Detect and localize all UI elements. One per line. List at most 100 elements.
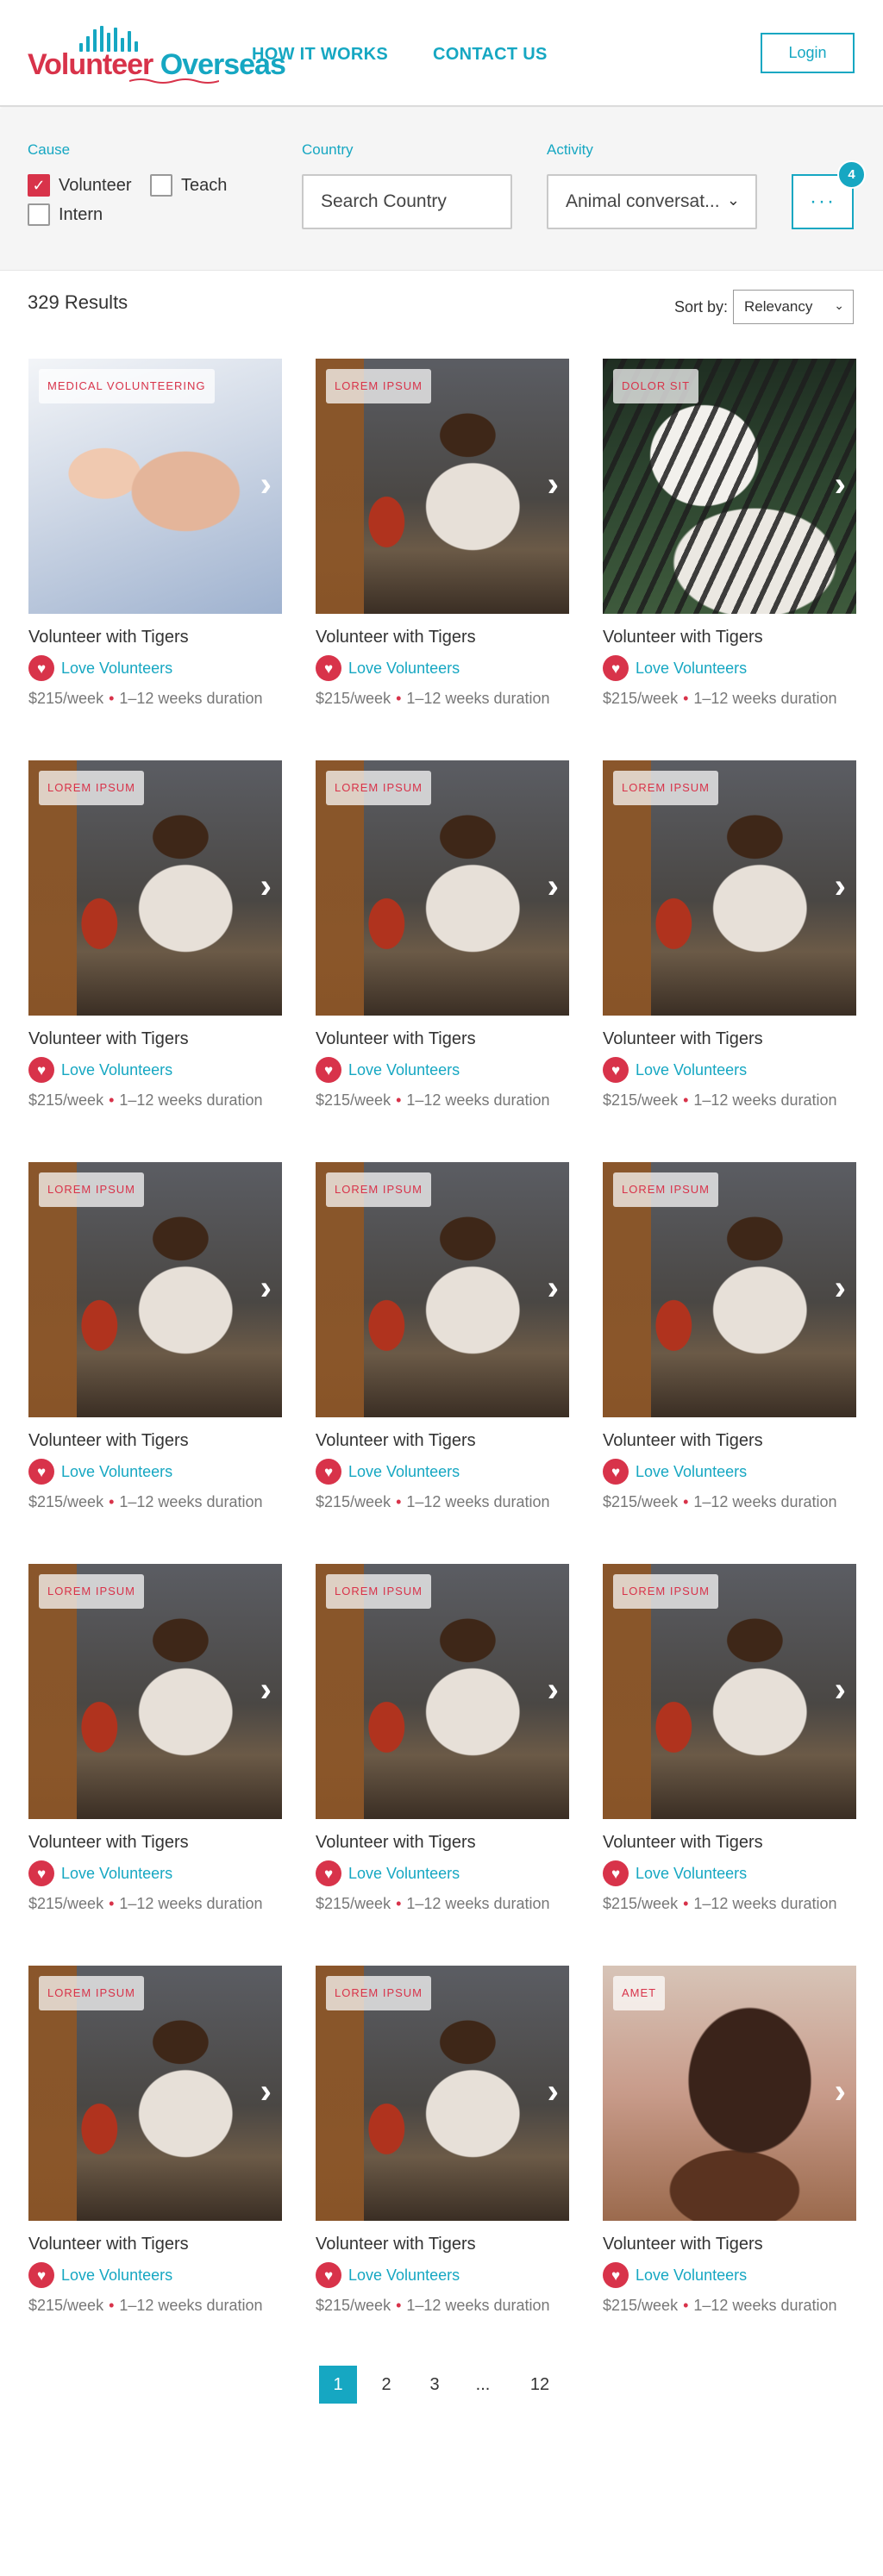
chevron-right-icon[interactable]: › xyxy=(835,869,846,903)
card-organization[interactable]: ♥ Love Volunteers xyxy=(316,2262,460,2288)
card-category-tag: LOREM IPSUM xyxy=(326,369,432,403)
card-organization[interactable]: ♥ Love Volunteers xyxy=(316,1057,460,1083)
card-organization[interactable]: ♥ Love Volunteers xyxy=(316,1860,460,1886)
page-button-3[interactable]: 3 xyxy=(416,2366,454,2404)
card-title[interactable]: Volunteer with Tigers xyxy=(28,628,189,647)
nav-contact-us[interactable]: CONTACT US xyxy=(433,45,548,65)
card-image[interactable]: DOLOR SIT › xyxy=(603,359,856,614)
result-card[interactable]: DOLOR SIT › Volunteer with Tigers ♥ Love Vol… xyxy=(603,359,856,721)
checkbox-volunteer[interactable]: ✓ Volunteer xyxy=(28,174,132,197)
checkbox-teach[interactable]: Teach xyxy=(150,174,227,197)
chevron-right-icon[interactable]: › xyxy=(260,1271,272,1305)
page-button-12[interactable]: 12 xyxy=(521,2366,559,2404)
logo[interactable]: Volunteer Overseas xyxy=(28,26,286,84)
chevron-right-icon[interactable]: › xyxy=(835,2074,846,2109)
chevron-right-icon[interactable]: › xyxy=(835,1271,846,1305)
card-image[interactable]: LOREM IPSUM › xyxy=(316,1162,569,1417)
card-title[interactable]: Volunteer with Tigers xyxy=(28,1833,189,1853)
card-image[interactable]: LOREM IPSUM › xyxy=(28,1564,282,1819)
chevron-right-icon[interactable]: › xyxy=(548,467,559,502)
chevron-right-icon[interactable]: › xyxy=(260,467,272,502)
more-filters-count-badge: 4 xyxy=(837,160,866,189)
search-country-input[interactable]: Search Country xyxy=(302,174,512,229)
card-organization[interactable]: ♥ Love Volunteers xyxy=(316,655,460,681)
card-image[interactable]: AMET › xyxy=(603,1966,856,2221)
chevron-right-icon[interactable]: › xyxy=(548,1271,559,1305)
result-card[interactable]: LOREM IPSUM › Volunteer with Tigers ♥ Love V… xyxy=(603,1564,856,1926)
card-organization[interactable]: ♥ Love Volunteers xyxy=(603,1860,747,1886)
card-organization[interactable]: ♥ Love Volunteers xyxy=(28,2262,172,2288)
result-card[interactable]: LOREM IPSUM › Volunteer with Tigers ♥ Love V… xyxy=(316,359,569,721)
card-meta: $215/week • 1–12 weeks duration xyxy=(316,1895,550,1913)
chevron-right-icon[interactable]: › xyxy=(548,1673,559,1707)
chevron-right-icon[interactable]: › xyxy=(260,1673,272,1707)
card-title[interactable]: Volunteer with Tigers xyxy=(603,2235,763,2254)
card-price: $215/week xyxy=(28,1895,104,1912)
card-organization[interactable]: ♥ Love Volunteers xyxy=(603,655,747,681)
card-title[interactable]: Volunteer with Tigers xyxy=(603,1029,763,1049)
result-card[interactable]: LOREM IPSUM › Volunteer with Tigers ♥ Love V… xyxy=(28,1564,282,1926)
card-image[interactable]: MEDICAL VOLUNTEERING › xyxy=(28,359,282,614)
card-image[interactable]: LOREM IPSUM › xyxy=(316,359,569,614)
result-card[interactable]: LOREM IPSUM › Volunteer with Tigers ♥ Love V… xyxy=(603,760,856,1122)
result-card[interactable]: AMET › Volunteer with Tigers ♥ Love Voluntee… xyxy=(603,1966,856,2328)
card-title[interactable]: Volunteer with Tigers xyxy=(316,1833,476,1853)
card-organization[interactable]: ♥ Love Volunteers xyxy=(28,655,172,681)
card-title[interactable]: Volunteer with Tigers xyxy=(316,1431,476,1451)
card-image[interactable]: LOREM IPSUM › xyxy=(28,1162,282,1417)
card-title[interactable]: Volunteer with Tigers xyxy=(28,2235,189,2254)
card-title[interactable]: Volunteer with Tigers xyxy=(316,2235,476,2254)
card-organization[interactable]: ♥ Love Volunteers xyxy=(603,1057,747,1083)
sort-select[interactable]: Relevancy ⌄ xyxy=(733,290,854,324)
card-image[interactable]: LOREM IPSUM › xyxy=(603,1162,856,1417)
card-image[interactable]: LOREM IPSUM › xyxy=(316,1966,569,2221)
card-image[interactable]: LOREM IPSUM › xyxy=(316,1564,569,1819)
result-card[interactable]: MEDICAL VOLUNTEERING › Volunteer with Tige… xyxy=(28,359,282,721)
card-title[interactable]: Volunteer with Tigers xyxy=(28,1029,189,1049)
card-duration: 1–12 weeks duration xyxy=(406,2297,550,2314)
login-button[interactable]: Login xyxy=(761,33,855,73)
card-image[interactable]: LOREM IPSUM › xyxy=(28,1966,282,2221)
card-image[interactable]: LOREM IPSUM › xyxy=(28,760,282,1016)
card-title[interactable]: Volunteer with Tigers xyxy=(316,1029,476,1049)
card-organization[interactable]: ♥ Love Volunteers xyxy=(28,1860,172,1886)
heart-icon: ♥ xyxy=(316,655,341,681)
card-title[interactable]: Volunteer with Tigers xyxy=(603,628,763,647)
result-card[interactable]: LOREM IPSUM › Volunteer with Tigers ♥ Love V… xyxy=(28,760,282,1122)
card-title[interactable]: Volunteer with Tigers xyxy=(603,1833,763,1853)
chevron-right-icon[interactable]: › xyxy=(835,1673,846,1707)
result-card[interactable]: LOREM IPSUM › Volunteer with Tigers ♥ Love V… xyxy=(316,1966,569,2328)
card-meta: $215/week • 1–12 weeks duration xyxy=(28,1091,263,1110)
result-card[interactable]: LOREM IPSUM › Volunteer with Tigers ♥ Love V… xyxy=(28,1966,282,2328)
card-title[interactable]: Volunteer with Tigers xyxy=(28,1431,189,1451)
card-organization[interactable]: ♥ Love Volunteers xyxy=(603,1459,747,1485)
result-card[interactable]: LOREM IPSUM › Volunteer with Tigers ♥ Love V… xyxy=(316,1162,569,1524)
results-count: 329 Results xyxy=(28,291,128,313)
chevron-right-icon[interactable]: › xyxy=(260,2074,272,2109)
card-organization[interactable]: ♥ Love Volunteers xyxy=(28,1057,172,1083)
chevron-right-icon[interactable]: › xyxy=(548,2074,559,2109)
card-organization[interactable]: ♥ Love Volunteers xyxy=(28,1459,172,1485)
chevron-right-icon[interactable]: › xyxy=(835,467,846,502)
result-card[interactable]: LOREM IPSUM › Volunteer with Tigers ♥ Love V… xyxy=(316,1564,569,1926)
card-title[interactable]: Volunteer with Tigers xyxy=(316,628,476,647)
activity-select[interactable]: Animal conversat... ⌄ xyxy=(547,174,757,229)
chevron-right-icon[interactable]: › xyxy=(260,869,272,903)
card-organization[interactable]: ♥ Love Volunteers xyxy=(316,1459,460,1485)
card-title[interactable]: Volunteer with Tigers xyxy=(603,1431,763,1451)
result-card[interactable]: LOREM IPSUM › Volunteer with Tigers ♥ Love V… xyxy=(28,1162,282,1524)
card-price: $215/week xyxy=(603,2297,679,2314)
card-organization[interactable]: ♥ Love Volunteers xyxy=(603,2262,747,2288)
card-image[interactable]: LOREM IPSUM › xyxy=(316,760,569,1016)
card-image[interactable]: LOREM IPSUM › xyxy=(603,1564,856,1819)
checkbox-intern[interactable]: Intern xyxy=(28,203,103,226)
chevron-right-icon[interactable]: › xyxy=(548,869,559,903)
card-meta: $215/week • 1–12 weeks duration xyxy=(603,1091,837,1110)
card-category-tag: LOREM IPSUM xyxy=(326,1574,432,1609)
card-image[interactable]: LOREM IPSUM › xyxy=(603,760,856,1016)
page-button-1[interactable]: 1 xyxy=(319,2366,357,2404)
page-button-2[interactable]: 2 xyxy=(367,2366,405,2404)
nav-how-it-works[interactable]: HOW IT WORKS xyxy=(252,45,388,65)
result-card[interactable]: LOREM IPSUM › Volunteer with Tigers ♥ Love V… xyxy=(603,1162,856,1524)
result-card[interactable]: LOREM IPSUM › Volunteer with Tigers ♥ Love V… xyxy=(316,760,569,1122)
